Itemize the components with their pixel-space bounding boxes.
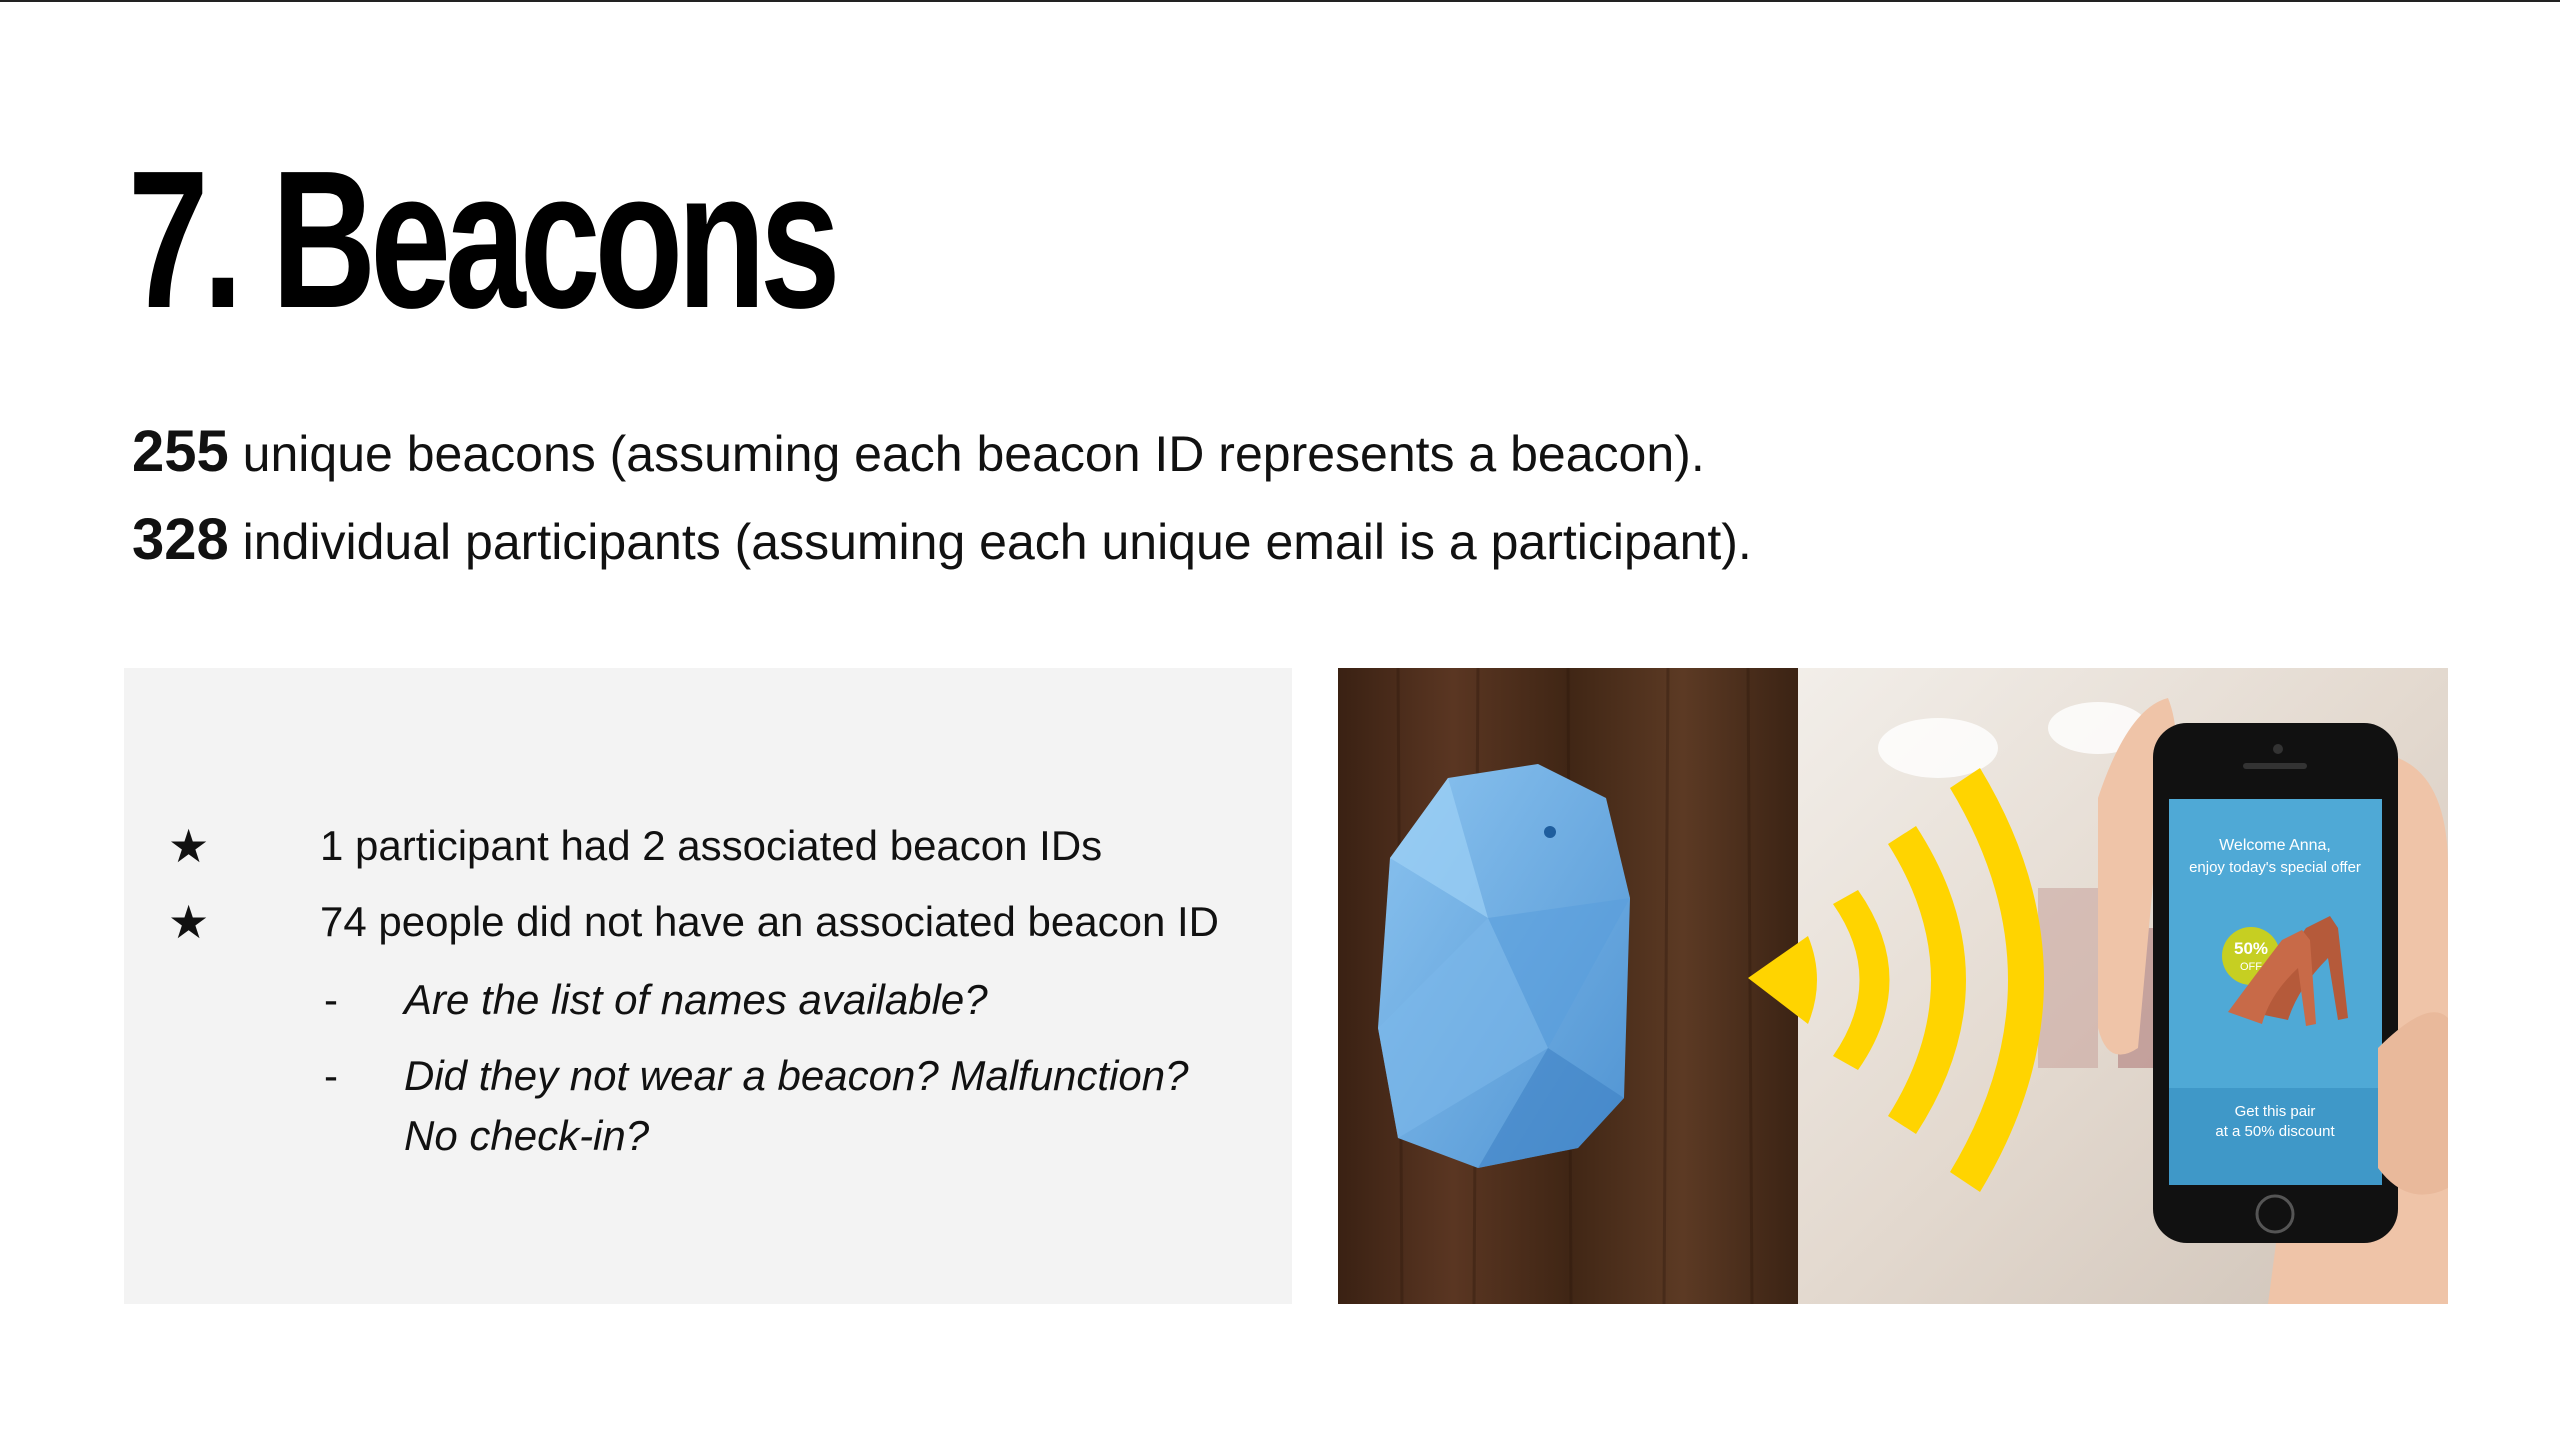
slide-title: 7. Beacons <box>128 130 841 349</box>
bullet-text: 1 participant had 2 associated beacon ID… <box>320 822 1103 869</box>
phone-cta-line1: Get this pair <box>2235 1103 2316 1120</box>
thumb-illustration <box>2378 1012 2448 1195</box>
dash-bullet: - <box>324 1052 338 1099</box>
stat-number: 328 <box>132 507 229 572</box>
notes-box: ★ 1 participant had 2 associated beacon … <box>124 668 1292 1304</box>
stat-text: individual participants (assuming each u… <box>228 514 1752 570</box>
star-bullet-icon: ★ <box>168 820 210 872</box>
beacon-phone-photo: Welcome Anna, enjoy today's special offe… <box>1338 668 2448 1304</box>
stat-text: unique beacons (assuming each beacon ID … <box>228 426 1705 482</box>
bullet-text: 74 people did not have an associated bea… <box>320 898 1220 945</box>
star-bullet-icon: ★ <box>168 896 210 948</box>
stat-participants: 328 individual participants (assuming ea… <box>132 508 1752 574</box>
smartphone-icon: Welcome Anna, enjoy today's special offe… <box>2153 723 2398 1243</box>
phone-cta-line2: at a 50% discount <box>2215 1123 2335 1140</box>
top-rule <box>0 0 2560 2</box>
phone-badge-off: OFF <box>2240 961 2262 973</box>
sub-bullet-text: Did they not wear a beacon? Malfunction?… <box>404 1052 1189 1159</box>
sub-bullet-item: - Did they not wear a beacon? Malfunctio… <box>324 1046 1224 1166</box>
phone-welcome-text: Welcome Anna, <box>2219 837 2331 854</box>
sub-bullet-item: - Are the list of names available? <box>324 970 1224 1030</box>
stat-number: 255 <box>132 419 229 484</box>
sub-bullet-text: Are the list of names available? <box>404 976 988 1023</box>
dash-bullet: - <box>324 976 338 1023</box>
stat-unique-beacons: 255 unique beacons (assuming each beacon… <box>132 420 1705 486</box>
beacon-device-icon <box>1378 764 1630 1168</box>
phone-badge-pct: 50% <box>2234 939 2268 958</box>
phone-offer-text: enjoy today's special offer <box>2189 859 2361 876</box>
